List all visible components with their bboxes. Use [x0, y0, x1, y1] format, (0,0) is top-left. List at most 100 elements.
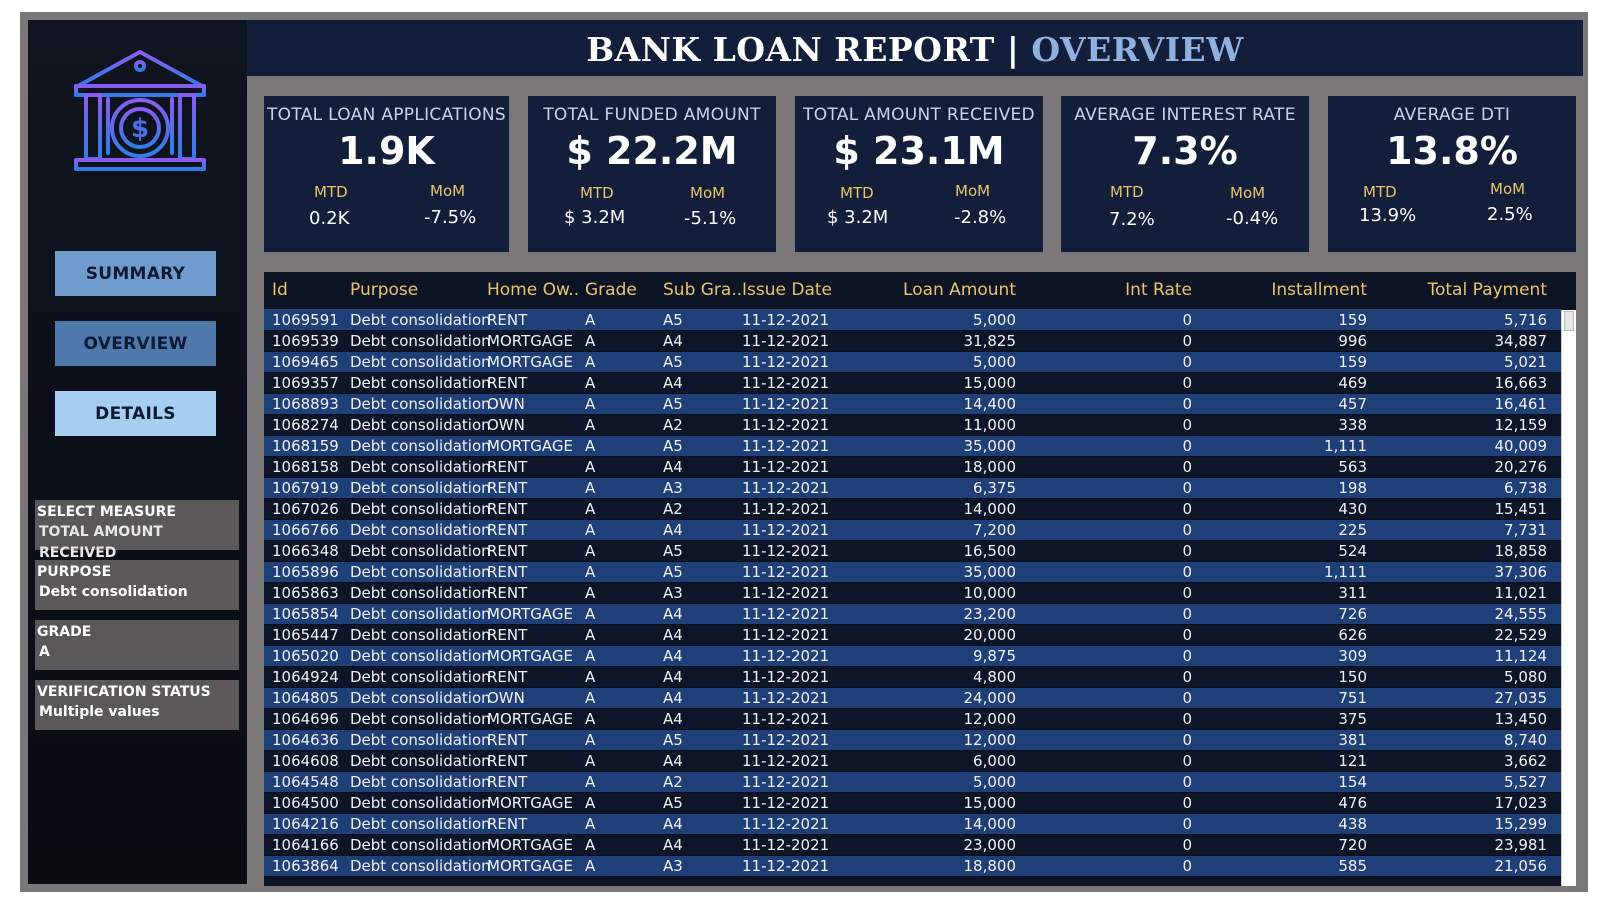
kpi-mtd-label: MTD: [1110, 183, 1144, 201]
cell-grade: A: [585, 836, 596, 854]
cell-sub-grade: A4: [663, 752, 683, 770]
filter-purpose[interactable]: PURPOSE Debt consolidation: [35, 560, 239, 610]
cell-int-rate: 0: [1182, 521, 1192, 539]
table-row[interactable]: 1069357 Debt consolidation RENT A A4 11-12-20…: [264, 373, 1561, 394]
kpi-average-dti: AVERAGE DTI 13.8% MTD MoM 13.9% 2.5%: [1328, 96, 1576, 252]
table-row[interactable]: 1066766 Debt consolidation RENT A A4 11-12-20…: [264, 520, 1561, 541]
table-scrollbar[interactable]: [1561, 310, 1576, 886]
column-header-home-ownership[interactable]: Home Ow..: [487, 280, 579, 300]
cell-home-ownership: MORTGAGE: [487, 437, 573, 455]
cell-sub-grade: A2: [663, 500, 683, 518]
cell-home-ownership: MORTGAGE: [487, 353, 573, 371]
cell-int-rate: 0: [1182, 815, 1192, 833]
table-row[interactable]: 1065896 Debt consolidation RENT A A5 11-12-20…: [264, 562, 1561, 583]
table-row[interactable]: 1064166 Debt consolidation MORTGAGE A A4 11-1…: [264, 835, 1561, 856]
table-row[interactable]: 1064636 Debt consolidation RENT A A5 11-12-20…: [264, 730, 1561, 751]
summary-button[interactable]: SUMMARY: [55, 251, 216, 296]
table-row[interactable]: 1069591 Debt consolidation RENT A A5 11-12-20…: [264, 310, 1561, 331]
kpi-value: $ 23.1M: [833, 129, 1005, 173]
cell-grade: A: [585, 353, 596, 371]
cell-total-payment: 20,276: [1494, 458, 1548, 476]
table-row[interactable]: 1066348 Debt consolidation RENT A A5 11-12-20…: [264, 541, 1561, 562]
title-sub: OVERVIEW: [1031, 30, 1244, 69]
column-header-id[interactable]: Id: [272, 280, 288, 300]
table-row[interactable]: 1064924 Debt consolidation RENT A A4 11-12-20…: [264, 667, 1561, 688]
column-header-grade[interactable]: Grade: [585, 280, 637, 300]
cell-id: 1064805: [272, 689, 339, 707]
table-row[interactable]: 1063864 Debt consolidation MORTGAGE A A3 11-1…: [264, 856, 1561, 877]
title-separator: |: [1006, 30, 1020, 69]
cell-loan-amount: 10,000: [963, 584, 1017, 602]
filter-grade[interactable]: GRADE A: [35, 620, 239, 670]
cell-purpose: Debt consolidation: [350, 794, 491, 812]
table-row[interactable]: 1068158 Debt consolidation RENT A A4 11-12-20…: [264, 457, 1561, 478]
cell-issue-date: 11-12-2021: [742, 479, 830, 497]
table-row[interactable]: 1064696 Debt consolidation MORTGAGE A A4 11-1…: [264, 709, 1561, 730]
column-header-sub-grade[interactable]: Sub Gra..: [663, 280, 742, 300]
cell-sub-grade: A3: [663, 479, 683, 497]
filter-select-measure[interactable]: SELECT MEASURE TOTAL AMOUNT RECEIVED: [35, 500, 239, 561]
cell-purpose: Debt consolidation: [350, 731, 491, 749]
cell-issue-date: 11-12-2021: [742, 374, 830, 392]
column-header-issue-date[interactable]: Issue Date: [742, 280, 832, 300]
column-header-installment[interactable]: Installment: [1271, 280, 1367, 300]
filter-verification-status[interactable]: VERIFICATION STATUS Multiple values: [35, 680, 239, 730]
table-row[interactable]: 1064216 Debt consolidation RENT A A4 11-12-20…: [264, 814, 1561, 835]
kpi-total-loan-applications: TOTAL LOAN APPLICATIONS 1.9K MTD MoM 0.2…: [264, 96, 509, 252]
overview-button[interactable]: OVERVIEW: [55, 321, 216, 366]
svg-text:$: $: [131, 114, 149, 144]
cell-purpose: Debt consolidation: [350, 626, 491, 644]
cell-id: 1069357: [272, 374, 339, 392]
table-row[interactable]: 1065854 Debt consolidation MORTGAGE A A4 11-1…: [264, 604, 1561, 625]
cell-sub-grade: A4: [663, 374, 683, 392]
cell-issue-date: 11-12-2021: [742, 710, 830, 728]
cell-loan-amount: 9,875: [973, 647, 1016, 665]
column-header-loan-amount[interactable]: Loan Amount: [903, 280, 1016, 300]
cell-int-rate: 0: [1182, 458, 1192, 476]
cell-total-payment: 7,731: [1504, 521, 1547, 539]
cell-loan-amount: 5,000: [973, 311, 1016, 329]
table-row[interactable]: 1064548 Debt consolidation RENT A A2 11-12-20…: [264, 772, 1561, 793]
cell-issue-date: 11-12-2021: [742, 332, 830, 350]
kpi-value: 13.8%: [1386, 129, 1518, 173]
cell-int-rate: 0: [1182, 647, 1192, 665]
cell-issue-date: 11-12-2021: [742, 395, 830, 413]
filter-label: PURPOSE: [37, 564, 112, 580]
cell-home-ownership: MORTGAGE: [487, 605, 573, 623]
table-row[interactable]: 1065020 Debt consolidation MORTGAGE A A4 11-1…: [264, 646, 1561, 667]
cell-installment: 430: [1338, 500, 1367, 518]
table-row[interactable]: 1069539 Debt consolidation MORTGAGE A A4 11-1…: [264, 331, 1561, 352]
table-row[interactable]: 1068274 Debt consolidation OWN A A2 11-12-202…: [264, 415, 1561, 436]
cell-home-ownership: OWN: [487, 689, 525, 707]
cell-loan-amount: 35,000: [963, 563, 1017, 581]
table-row[interactable]: 1065863 Debt consolidation RENT A A3 11-12-20…: [264, 583, 1561, 604]
cell-grade: A: [585, 416, 596, 434]
cell-total-payment: 6,738: [1504, 479, 1547, 497]
table-row[interactable]: 1068159 Debt consolidation MORTGAGE A A5 11-1…: [264, 436, 1561, 457]
cell-int-rate: 0: [1182, 311, 1192, 329]
scrollbar-thumb[interactable]: [1564, 311, 1574, 331]
cell-grade: A: [585, 584, 596, 602]
table-row[interactable]: 1067026 Debt consolidation RENT A A2 11-12-20…: [264, 499, 1561, 520]
table-row[interactable]: 1064500 Debt consolidation MORTGAGE A A5 11-1…: [264, 793, 1561, 814]
column-header-purpose[interactable]: Purpose: [350, 280, 418, 300]
cell-home-ownership: RENT: [487, 311, 528, 329]
cell-sub-grade: A5: [663, 794, 683, 812]
table-row[interactable]: 1064805 Debt consolidation OWN A A4 11-12-202…: [264, 688, 1561, 709]
cell-installment: 438: [1338, 815, 1367, 833]
cell-int-rate: 0: [1182, 584, 1192, 602]
cell-purpose: Debt consolidation: [350, 605, 491, 623]
kpi-title: AVERAGE DTI: [1393, 105, 1511, 125]
cell-grade: A: [585, 752, 596, 770]
column-header-int-rate[interactable]: Int Rate: [1125, 280, 1192, 300]
table-row[interactable]: 1064608 Debt consolidation RENT A A4 11-12-20…: [264, 751, 1561, 772]
cell-home-ownership: RENT: [487, 815, 528, 833]
table-row[interactable]: 1065447 Debt consolidation RENT A A4 11-12-20…: [264, 625, 1561, 646]
cell-int-rate: 0: [1182, 353, 1192, 371]
table-row[interactable]: 1069465 Debt consolidation MORTGAGE A A5 11-1…: [264, 352, 1561, 373]
cell-total-payment: 3,662: [1504, 752, 1547, 770]
column-header-total-payment[interactable]: Total Payment: [1427, 280, 1547, 300]
details-button[interactable]: DETAILS: [55, 391, 216, 436]
table-row[interactable]: 1067919 Debt consolidation RENT A A3 11-12-20…: [264, 478, 1561, 499]
table-row[interactable]: 1068893 Debt consolidation OWN A A5 11-12-202…: [264, 394, 1561, 415]
